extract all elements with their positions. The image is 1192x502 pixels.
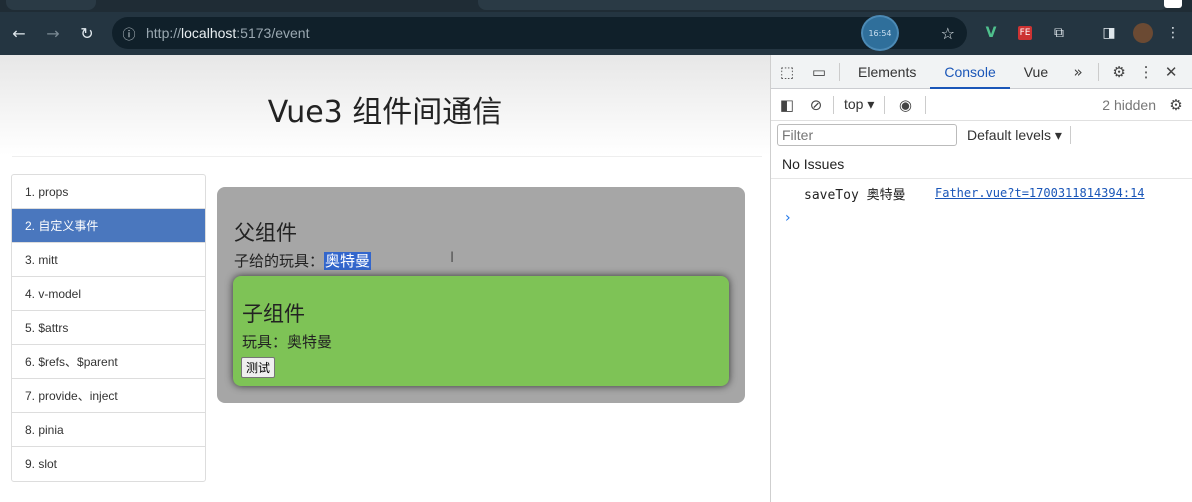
menu-icon[interactable]: ⋮ [1160, 20, 1186, 46]
url-text[interactable]: http://localhost:5173/event [146, 25, 309, 41]
clock-widget: 16:54 [861, 15, 899, 51]
more-tabs-icon[interactable]: » [1062, 63, 1094, 81]
nav-item-props[interactable]: 1. props [12, 175, 205, 209]
divider [884, 95, 886, 114]
tab[interactable] [478, 0, 1168, 10]
father-toy-value: 奥特曼 [324, 252, 372, 270]
forward-icon[interactable]: → [36, 17, 70, 51]
sidebar-toggle-icon[interactable]: ◧ [771, 96, 803, 114]
nav-item-provide-inject[interactable]: 7. provide、inject [12, 379, 205, 413]
child-heading: 子组件 [242, 302, 305, 326]
log-source-link[interactable]: Father.vue?t=1700311814394:14 [935, 186, 1145, 200]
console-log-entry: saveToy 奥特曼 Father.vue?t=1700311814394:1… [771, 179, 1192, 207]
nav-item-refs-parent[interactable]: 6. $refs、$parent [12, 345, 205, 379]
eye-icon[interactable]: ◉ [889, 96, 921, 114]
fe-helper-icon[interactable]: FE [1012, 20, 1038, 46]
context-select[interactable]: top ▾ [844, 96, 874, 113]
text-cursor-icon: I [450, 250, 455, 266]
back-icon[interactable]: ← [2, 17, 36, 51]
reload-icon[interactable]: ↻ [70, 17, 104, 51]
devtools-panel: ⬚ ▭ Elements Console Vue » ⚙ ⋮ ✕ ◧ ⊘ top… [770, 55, 1192, 502]
log-message: saveToy 奥特曼 [804, 187, 906, 203]
father-toy-label: 子给的玩具： [234, 252, 325, 270]
browser-toolbar: ← → ↻ ⓘ http://localhost:5173/event 16:5… [0, 12, 1192, 55]
console-settings-icon[interactable]: ⚙ [1160, 96, 1192, 114]
child-component: 子组件 玩具：奥特曼 测试 [233, 276, 729, 386]
divider [925, 95, 927, 114]
puzzle-icon[interactable]: ⧉ [1046, 20, 1072, 46]
vue-devtools-icon[interactable]: V [978, 20, 1004, 46]
issues-status[interactable]: No Issues [771, 149, 1192, 179]
test-button[interactable]: 测试 [241, 357, 276, 378]
father-component: 父组件 子给的玩具：奥特曼 I 子组件 玩具：奥特曼 测试 [217, 187, 745, 403]
clear-console-icon[interactable]: ⊘ [803, 96, 829, 114]
nav-item-custom-event[interactable]: 2. 自定义事件 [12, 209, 205, 243]
tab[interactable] [6, 0, 96, 10]
nav-item-mitt[interactable]: 3. mitt [12, 243, 205, 277]
father-heading: 父组件 [234, 221, 297, 245]
info-icon[interactable]: ⓘ [112, 24, 146, 43]
console-prompt-icon[interactable]: › [771, 207, 1192, 229]
nav-item-pinia[interactable]: 8. pinia [12, 413, 205, 447]
console-toolbar: ◧ ⊘ top ▾ ◉ 2 hidden ⚙ [771, 89, 1192, 121]
tab-vue[interactable]: Vue [1010, 55, 1062, 89]
divider [833, 95, 834, 114]
tab-search-button[interactable] [1164, 0, 1182, 8]
device-toggle-icon[interactable]: ▭ [803, 63, 835, 81]
devtools-tabbar: ⬚ ▭ Elements Console Vue » ⚙ ⋮ ✕ [771, 55, 1192, 89]
page-content: Vue3 组件间通信 1. props 2. 自定义事件 3. mitt 4. … [0, 55, 770, 502]
inspect-icon[interactable]: ⬚ [771, 63, 803, 81]
tab-strip [0, 0, 1192, 12]
levels-dropdown[interactable]: Default levels ▾ [967, 127, 1062, 144]
avatar[interactable] [1130, 20, 1156, 46]
nav-list: 1. props 2. 自定义事件 3. mitt 4. v-model 5. … [11, 174, 206, 482]
father-toy-line: 子给的玩具：奥特曼 [234, 250, 372, 271]
divider [1098, 62, 1100, 81]
nav-item-slot[interactable]: 9. slot [12, 447, 205, 481]
filter-bar: Default levels ▾ [771, 121, 1192, 149]
divider [12, 156, 762, 157]
gear-icon[interactable]: ⚙ [1103, 63, 1135, 81]
divider [839, 62, 840, 81]
sidebar-icon[interactable]: ◨ [1096, 20, 1122, 46]
child-toy-line: 玩具：奥特曼 [242, 333, 333, 351]
hidden-count: 2 hidden [1102, 96, 1156, 113]
nav-item-v-model[interactable]: 4. v-model [12, 277, 205, 311]
filter-input[interactable] [777, 124, 957, 146]
tab-console[interactable]: Console [930, 55, 1010, 89]
close-icon[interactable]: ✕ [1157, 63, 1185, 81]
star-icon[interactable]: ☆ [941, 24, 955, 43]
page-title: Vue3 组件间通信 [267, 95, 503, 130]
kebab-menu-icon[interactable]: ⋮ [1135, 63, 1157, 81]
address-bar[interactable]: ⓘ http://localhost:5173/event 16:54 ☆ [112, 15, 967, 51]
tab-elements[interactable]: Elements [844, 55, 930, 89]
nav-item-attrs[interactable]: 5. $attrs [12, 311, 205, 345]
divider [1069, 126, 1071, 144]
